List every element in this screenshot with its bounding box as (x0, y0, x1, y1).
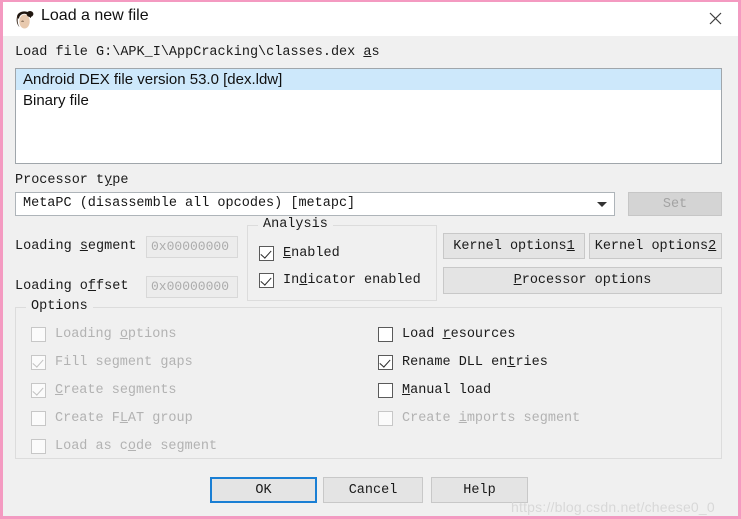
checkbox-label: Create segments (55, 383, 177, 398)
checkbox-icon (31, 327, 46, 342)
chevron-down-icon[interactable] (597, 202, 607, 207)
window-title: Load a new file (41, 7, 149, 24)
processor-options-button[interactable]: Processor options (443, 267, 722, 294)
watermark: https://blog.csdn.net/cheese0_0 (511, 499, 715, 515)
checkbox-accel: E (283, 246, 292, 261)
checkbox-label: Rename DLL entries (402, 355, 548, 370)
checkbox-icon (31, 355, 46, 370)
checkbox-fill-segment-gaps: Fill segment gaps (31, 355, 193, 370)
checkbox-icon (31, 439, 46, 454)
load-file-suffix: s (371, 45, 380, 60)
loading-segment-label: Loading segment (15, 239, 137, 254)
checkbox-label: Load as code segment (55, 439, 218, 454)
checkbox-label: Load resources (402, 327, 516, 342)
checkbox-accel: o (127, 439, 137, 454)
checkbox-create-flat-group: Create FLAT group (31, 411, 193, 426)
checkbox-icon (31, 383, 46, 398)
checkbox-icon[interactable] (378, 327, 393, 342)
checkbox-accel: t (507, 355, 516, 370)
checkbox-label: Indicator enabled (283, 273, 421, 288)
checkbox-icon[interactable] (378, 355, 393, 370)
checkbox-load-as-code-segment: Load as code segment (31, 439, 217, 454)
checkbox-icon (31, 411, 46, 426)
checkbox-loading-options: Loading options (31, 327, 177, 342)
checkbox-label: Enabled (283, 246, 340, 261)
analysis-group-title: Analysis (258, 217, 333, 232)
loading-segment-input: 0x00000000 (146, 236, 238, 258)
kernel-options-2-button[interactable]: Kernel options 2 (589, 233, 722, 259)
processor-type-value: MetaPC (disassemble all opcodes) [metapc… (23, 196, 356, 211)
checkbox-icon (378, 411, 393, 426)
checkbox-accel: r (442, 327, 451, 342)
checkbox-analysis-enabled[interactable]: Enabled (259, 246, 340, 261)
ida-woman-icon (13, 8, 35, 30)
close-icon[interactable] (692, 2, 738, 34)
checkbox-accel: i (458, 411, 467, 426)
processor-options-accel: P (513, 273, 522, 288)
kernel-options-1-accel: 1 (566, 238, 575, 254)
checkbox-load-resources[interactable]: Load resources (378, 327, 515, 342)
load-new-file-dialog: Load a new file Load file G:\APK_I\AppCr… (0, 0, 741, 519)
processor-type-combobox[interactable]: MetaPC (disassemble all opcodes) [metapc… (15, 192, 615, 216)
load-file-path: Load file G:\APK_I\AppCracking\classes.d… (15, 45, 364, 60)
checkbox-accel: M (402, 383, 411, 398)
load-file-label: Load file G:\APK_I\AppCracking\classes.d… (15, 45, 380, 60)
ok-button[interactable]: OK (210, 477, 317, 503)
kernel-options-1-button[interactable]: Kernel options 1 (443, 233, 585, 259)
checkbox-accel: C (55, 383, 64, 398)
checkbox-create-segments: Create segments (31, 383, 177, 398)
list-item[interactable]: Binary file (16, 90, 721, 111)
checkbox-create-imports-segment: Create imports segment (378, 411, 580, 426)
checkbox-accel: g (160, 355, 169, 370)
checkbox-rename-dll-entries[interactable]: Rename DLL entries (378, 355, 548, 370)
loading-offset-accel: f (87, 279, 97, 294)
loading-segment-accel: s (79, 239, 88, 254)
processor-type-accel: y (104, 173, 113, 188)
checkbox-label: Create imports segment (402, 411, 581, 426)
checkbox-icon[interactable] (378, 383, 393, 398)
list-item[interactable]: Android DEX file version 53.0 [dex.ldw] (16, 69, 721, 90)
loading-offset-label: Loading offset (15, 279, 129, 294)
checkbox-icon[interactable] (259, 246, 274, 261)
processor-type-label: Processor type (15, 173, 129, 188)
checkbox-label: Loading options (55, 327, 177, 342)
loading-offset-input: 0x00000000 (146, 276, 238, 298)
kernel-options-2-accel: 2 (708, 238, 717, 254)
checkbox-accel: L (119, 411, 128, 426)
loader-list[interactable]: Android DEX file version 53.0 [dex.ldw] … (15, 68, 722, 164)
checkbox-icon[interactable] (259, 273, 274, 288)
checkbox-label: Create FLAT group (55, 411, 193, 426)
dialog-content: Load file G:\APK_I\AppCracking\classes.d… (3, 36, 738, 516)
checkbox-indicator-enabled[interactable]: Indicator enabled (259, 273, 421, 288)
checkbox-label: Fill segment gaps (55, 355, 193, 370)
analysis-group: Analysis (247, 217, 437, 301)
set-button: Set (628, 192, 722, 216)
options-group-title: Options (26, 299, 93, 314)
checkbox-manual-load[interactable]: Manual load (378, 383, 491, 398)
cancel-button[interactable]: Cancel (323, 477, 423, 503)
checkbox-accel: o (119, 327, 128, 342)
checkbox-label: Manual load (402, 383, 492, 398)
title-bar: Load a new file (3, 2, 738, 36)
checkbox-accel: d (299, 273, 308, 288)
